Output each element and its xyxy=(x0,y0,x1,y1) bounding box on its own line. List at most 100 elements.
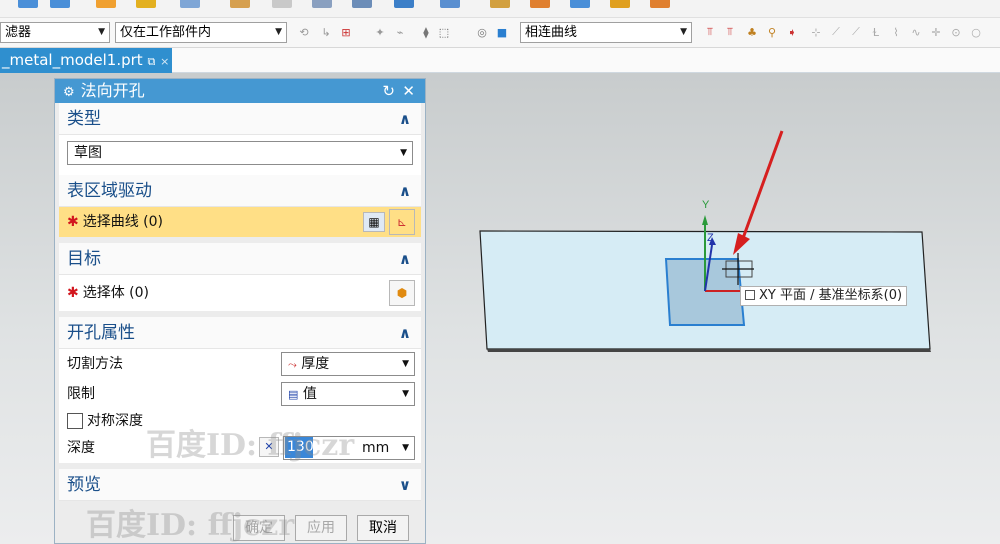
close-icon[interactable]: ✕ xyxy=(402,79,415,103)
chevron-down-icon: ▼ xyxy=(402,389,409,399)
cut-method-label: 切割方法 xyxy=(67,356,123,372)
depth-label: 深度 xyxy=(67,440,95,456)
select-icon[interactable]: ↳ xyxy=(318,24,334,40)
y-axis-arrow xyxy=(702,215,708,225)
limit-label: 限制 xyxy=(67,386,95,402)
selection-toolbar: 滤器 ▼ 仅在工作部件内 ▼ ⟲ ↳ ⊞ ✦ ⌁ ⧫ ⬚ ◎ ■ 相连曲线 ▼ … xyxy=(0,18,1000,48)
tag-icon[interactable]: ⌁ xyxy=(392,24,408,40)
line-icon[interactable]: ⟋ xyxy=(848,24,864,40)
point-snap-icon[interactable]: ⊹ xyxy=(808,24,824,40)
feature-icon[interactable]: ✦ xyxy=(372,24,388,40)
ribbon-icon[interactable] xyxy=(272,0,292,8)
dialog-titlebar[interactable]: ⚙ 法向开孔 ↻ ✕ xyxy=(55,79,425,103)
chain-icon[interactable]: ♣ xyxy=(744,24,760,40)
normal-cutout-dialog: ⚙ 法向开孔 ↻ ✕ 类型 ∧ 草图 ▼ 表区域驱动 ∧ ✱ 选择曲线 (0) ▦ … xyxy=(54,78,426,544)
document-tab[interactable]: _metal_model1.prt ⧉ × xyxy=(0,48,172,73)
reset-icon[interactable]: ↻ xyxy=(382,79,395,103)
ribbon-icon[interactable] xyxy=(570,0,590,8)
curve-select-icon[interactable]: ⊾ xyxy=(389,209,415,235)
thickness-icon: ⤳ xyxy=(288,358,297,371)
chevron-up-icon[interactable]: ∧ xyxy=(399,103,411,135)
cut-method-select[interactable]: ⤳ 厚度 ▼ xyxy=(281,352,415,376)
filter-icon[interactable]: ⧫ xyxy=(418,24,434,40)
ribbon-icon[interactable] xyxy=(96,0,116,8)
path-icon[interactable]: ⚲ xyxy=(764,24,780,40)
solid-body-icon[interactable]: ⬢ xyxy=(389,280,415,306)
gear-icon[interactable]: ⚙ xyxy=(63,85,75,100)
curve-icon[interactable]: Ɫ xyxy=(868,24,884,40)
sketch-icon[interactable]: ▦ xyxy=(363,212,385,232)
selection-tooltip-text: XY 平面 / 基准坐标系(0) xyxy=(759,288,903,303)
ribbon-icon[interactable] xyxy=(530,0,550,8)
stop-at-intersection-icon[interactable]: ⫪ xyxy=(702,24,718,40)
section-region-header[interactable]: 表区域驱动 ∧ xyxy=(59,175,421,207)
ribbon-icon[interactable] xyxy=(352,0,372,8)
section-properties: 开孔属性 ∧ 切割方法 ⤳ 厚度 ▼ 限制 ▤ 值 ▼ 对称深度 深度 ✕ 13… xyxy=(59,317,421,463)
section-region-title: 表区域驱动 xyxy=(67,181,152,201)
cut-method-value: 厚度 xyxy=(301,356,330,372)
ok-button[interactable]: 确定 xyxy=(233,515,285,541)
chevron-down-icon: ▼ xyxy=(402,443,409,453)
cancel-button[interactable]: 取消 xyxy=(357,515,409,541)
box-select-icon[interactable]: ⬚ xyxy=(436,24,452,40)
ribbon-icon[interactable] xyxy=(50,0,70,8)
view-icon[interactable]: ◎ xyxy=(474,24,490,40)
depth-unit-select[interactable]: mm ▼ xyxy=(283,436,415,460)
type-filter-value: 滤器 xyxy=(5,25,32,40)
type-filter-combo[interactable]: 滤器 ▼ xyxy=(0,22,110,43)
chevron-up-icon[interactable]: ∧ xyxy=(399,175,411,207)
select-curve-row[interactable]: ✱ 选择曲线 (0) ▦ ⊾ xyxy=(59,207,421,237)
circle-icon[interactable]: ○ xyxy=(968,24,984,40)
limit-select[interactable]: ▤ 值 ▼ xyxy=(281,382,415,406)
ribbon-icon[interactable] xyxy=(650,0,670,8)
symmetric-depth-checkbox[interactable] xyxy=(67,413,83,429)
spline-icon[interactable]: ⌇ xyxy=(888,24,904,40)
chevron-up-icon[interactable]: ∧ xyxy=(399,317,411,349)
ribbon-icon[interactable] xyxy=(490,0,510,8)
limit-row: 限制 ▤ 值 ▼ xyxy=(59,379,421,409)
ribbon-icon[interactable] xyxy=(18,0,38,8)
select-curve-label: 选择曲线 (0) xyxy=(82,214,164,230)
curve-rule-combo[interactable]: 相连曲线 ▼ xyxy=(520,22,692,43)
ribbon-icon[interactable] xyxy=(312,0,332,8)
ribbon-icon[interactable] xyxy=(180,0,200,8)
section-properties-title: 开孔属性 xyxy=(67,323,135,343)
close-icon[interactable]: × xyxy=(160,55,169,68)
ribbon-icon[interactable] xyxy=(394,0,414,8)
section-type-title: 类型 xyxy=(67,109,101,129)
ribbon-icon[interactable] xyxy=(440,0,460,8)
arrow-icon[interactable]: ➧ xyxy=(784,24,800,40)
cross-icon[interactable]: ✛ xyxy=(928,24,944,40)
document-tabbar: _metal_model1.prt ⧉ × xyxy=(0,48,1000,73)
cube-icon[interactable]: ■ xyxy=(494,24,510,40)
depth-formula-icon[interactable]: ✕ xyxy=(259,437,279,457)
depth-unit-value: mm xyxy=(362,440,390,456)
type-select[interactable]: 草图 ▼ xyxy=(67,141,413,165)
follow-fillet-icon[interactable]: ⫪ xyxy=(722,24,738,40)
scope-filter-combo[interactable]: 仅在工作部件内 ▼ xyxy=(115,22,287,43)
pin-icon[interactable]: ⧉ xyxy=(147,55,155,68)
ribbon-icon[interactable] xyxy=(230,0,250,8)
section-properties-header[interactable]: 开孔属性 ∧ xyxy=(59,317,421,349)
general-select-icon[interactable]: ⊞ xyxy=(338,24,354,40)
required-asterisk-icon: ✱ xyxy=(67,214,79,230)
select-body-row[interactable]: ✱ 选择体 (0) ⬢ xyxy=(59,275,421,311)
line-icon[interactable]: ⟋ xyxy=(828,24,844,40)
section-type: 类型 ∧ 草图 ▼ xyxy=(59,103,421,175)
chevron-down-icon[interactable]: ∨ xyxy=(399,469,411,501)
snap-icon[interactable]: ⟲ xyxy=(296,24,312,40)
ribbon-icon[interactable] xyxy=(136,0,156,8)
wave-icon[interactable]: ∿ xyxy=(908,24,924,40)
apply-button[interactable]: 应用 xyxy=(295,515,347,541)
type-row: 草图 ▼ xyxy=(59,135,421,175)
chevron-up-icon[interactable]: ∧ xyxy=(399,243,411,275)
chevron-down-icon: ▼ xyxy=(680,27,687,37)
section-type-header[interactable]: 类型 ∧ xyxy=(59,103,421,135)
chevron-down-icon: ▼ xyxy=(400,148,407,158)
ribbon-icon[interactable] xyxy=(610,0,630,8)
section-preview-header[interactable]: 预览 ∨ xyxy=(59,469,421,501)
section-preview-title: 预览 xyxy=(67,475,101,495)
value-icon: ▤ xyxy=(288,388,299,401)
section-target-header[interactable]: 目标 ∧ xyxy=(59,243,421,275)
circle-icon[interactable]: ⊙ xyxy=(948,24,964,40)
